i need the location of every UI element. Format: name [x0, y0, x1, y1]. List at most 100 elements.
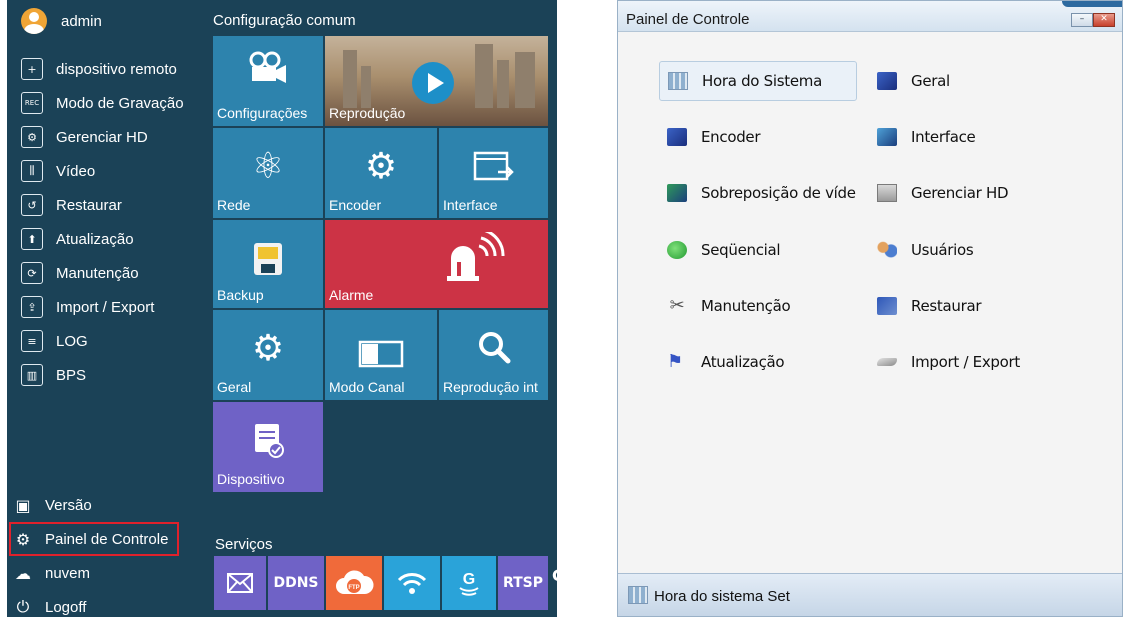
service-wifi[interactable] — [384, 556, 440, 610]
email-icon — [227, 573, 253, 593]
version-icon: ▣ — [15, 495, 31, 515]
menu-item-logoff[interactable]: ⏻ Logoff — [11, 590, 181, 624]
panel-item-restore[interactable]: Restaurar — [877, 286, 982, 326]
tile-encoder[interactable]: ⚙ Encoder — [325, 128, 437, 218]
hard-disk-icon — [877, 184, 897, 202]
tile-rede[interactable]: ⚛ Rede — [213, 128, 323, 218]
monitor-icon — [667, 128, 687, 146]
interface-monitor-icon — [877, 128, 897, 146]
encoder-gear-icon: ⚙ — [364, 146, 398, 187]
left-menu: + dispositivo remoto REC Modo de Gravação … — [21, 52, 184, 392]
panel-item-users[interactable]: Usuários — [877, 230, 974, 270]
tile-reproducao-int[interactable]: Reprodução int — [439, 310, 548, 400]
usb-stick-icon — [877, 358, 897, 366]
refresh-icon[interactable]: C — [552, 566, 564, 585]
gear-icon: ⚙ — [15, 529, 31, 549]
panel-item-sequential[interactable]: Seqüencial — [667, 230, 781, 270]
record-icon: REC — [21, 92, 43, 114]
menu-item-upgrade[interactable]: ⬆ Atualização — [21, 222, 184, 256]
status-text: Hora do sistema Set — [654, 588, 790, 605]
flag-icon: ⚑ — [667, 351, 683, 372]
tile-dispositivo[interactable]: Dispositivo — [213, 402, 323, 492]
tile-alarme[interactable]: Alarme — [325, 220, 548, 308]
tile-interface[interactable]: Interface — [439, 128, 548, 218]
remote-device-icon: + — [21, 58, 43, 80]
panel-item-hdd[interactable]: Gerenciar HD — [877, 173, 1009, 213]
general-monitor-icon — [877, 72, 897, 90]
svg-text:G: G — [463, 571, 475, 588]
svg-text:FTP: FTP — [348, 585, 359, 591]
menu-item-maintenance[interactable]: ⟳ Manutenção — [21, 256, 184, 290]
window-corner-accent — [1062, 1, 1122, 7]
tools-icon: ✂ — [669, 295, 685, 316]
services-title: Serviços — [215, 536, 273, 553]
panel-item-encoder[interactable]: Encoder — [667, 117, 761, 157]
menu-item-control-panel[interactable]: ⚙ Painel de Controle — [9, 522, 179, 556]
service-email[interactable] — [214, 556, 266, 610]
settings-gear-icon: ⚙ — [251, 328, 285, 369]
users-icon — [877, 241, 897, 259]
ftp-cloud-icon: FTP — [336, 570, 374, 594]
video-camera-icon — [213, 50, 323, 93]
overlay-monitor-icon — [667, 184, 687, 202]
interface-window-icon — [439, 150, 548, 193]
panel-item-import-export[interactable]: Import / Export — [877, 342, 1020, 382]
status-clock-icon — [628, 586, 648, 604]
minimize-button[interactable]: – — [1071, 13, 1093, 27]
menu-item-cloud[interactable]: ☁ nuvem — [11, 556, 181, 590]
sequential-globe-icon — [667, 241, 687, 259]
bps-icon: ▥ — [21, 364, 43, 386]
menu-item-record-mode[interactable]: REC Modo de Gravação — [21, 86, 184, 120]
search-icon — [439, 330, 548, 373]
restore-icon: ↺ — [21, 194, 43, 216]
tile-configuracoes[interactable]: Configurações — [213, 36, 323, 126]
tile-modo-canal[interactable]: Modo Canal — [325, 310, 437, 400]
log-icon: ≡ — [21, 330, 43, 352]
maintenance-icon: ⟳ — [21, 262, 43, 284]
import-export-icon: ⇪ — [21, 296, 43, 318]
cloud-icon: ☁ — [15, 563, 31, 583]
panel-item-maintenance[interactable]: ✂ Manutenção — [667, 286, 791, 326]
menu-item-video[interactable]: ⫼ Vídeo — [21, 154, 184, 188]
tile-geral[interactable]: ⚙ Geral — [213, 310, 323, 400]
menu-item-hdd[interactable]: ⚙ Gerenciar HD — [21, 120, 184, 154]
tile-reproducao[interactable]: Reprodução — [325, 36, 548, 126]
service-rtsp[interactable]: RTSP — [498, 556, 548, 610]
close-button[interactable]: ✕ — [1093, 13, 1115, 27]
panel-item-interface[interactable]: Interface — [877, 117, 976, 157]
avatar-icon — [21, 8, 47, 34]
dvr-main-menu: admin + dispositivo remoto REC Modo de Gra… — [7, 0, 564, 617]
restore-monitor-icon — [877, 297, 897, 315]
menu-item-bps[interactable]: ▥ BPS — [21, 358, 184, 392]
floppy-disk-icon — [213, 242, 323, 285]
menu-item-version[interactable]: ▣ Versão — [11, 488, 181, 522]
panel-item-system-time[interactable]: Hora do Sistema — [659, 61, 857, 101]
panel-item-general[interactable]: Geral — [877, 61, 950, 101]
window-buttons: – ✕ — [1071, 13, 1115, 27]
menu-item-remote-device[interactable]: + dispositivo remoto — [21, 52, 184, 86]
user-info[interactable]: admin — [21, 8, 102, 34]
hdd-icon: ⚙ — [21, 126, 43, 148]
video-sliders-icon: ⫼ — [21, 160, 43, 182]
bottom-menu: ▣ Versão ⚙ Painel de Controle ☁ nuvem ⏻ Logo… — [9, 488, 181, 624]
menu-item-import-export[interactable]: ⇪ Import / Export — [21, 290, 184, 324]
panel-item-video-overlay[interactable]: Sobreposição de víde — [667, 173, 856, 213]
service-3g[interactable]: G — [442, 556, 496, 610]
window-titlebar: Painel de Controle – ✕ — [618, 1, 1122, 32]
status-bar: Hora do sistema Set — [618, 573, 1122, 616]
power-icon: ⏻ — [16, 597, 30, 616]
user-name: admin — [61, 12, 102, 30]
play-icon — [412, 62, 454, 104]
calendar-clock-icon — [668, 72, 688, 90]
common-config-title: Configuração comum — [213, 12, 356, 29]
channel-mode-icon — [325, 336, 437, 377]
tile-backup[interactable]: Backup — [213, 220, 323, 308]
mobile-g-icon: G — [459, 571, 479, 596]
service-ddns[interactable]: DDNS — [268, 556, 324, 610]
service-ftp[interactable]: FTP — [326, 556, 382, 610]
menu-item-log[interactable]: ≡ LOG — [21, 324, 184, 358]
alarm-siren-icon — [395, 228, 548, 291]
panel-item-upgrade[interactable]: ⚑ Atualização — [667, 342, 785, 382]
control-panel-window: Painel de Controle – ✕ Hora do Sistema E… — [617, 0, 1123, 617]
menu-item-restore[interactable]: ↺ Restaurar — [21, 188, 184, 222]
